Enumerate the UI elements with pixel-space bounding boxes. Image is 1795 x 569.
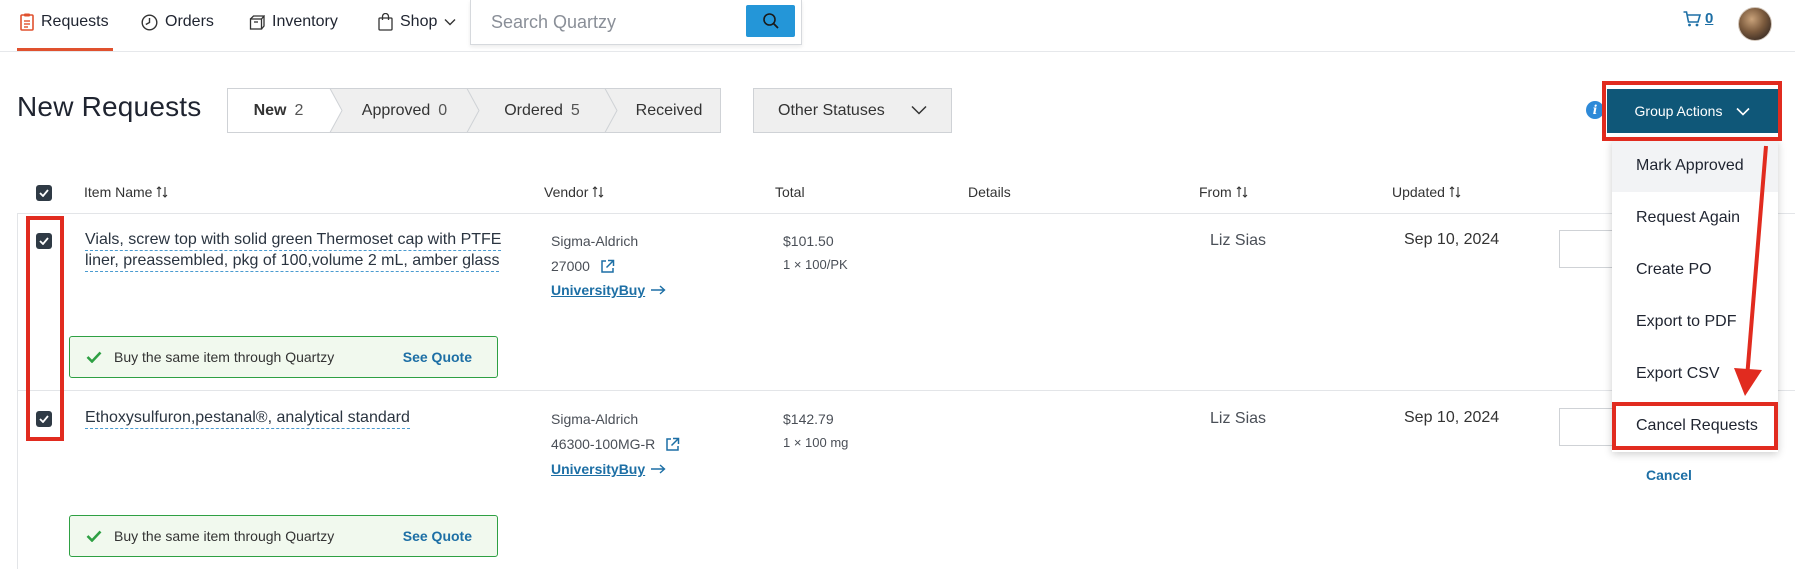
nav-requests[interactable]: Requests: [20, 0, 109, 44]
nav-orders[interactable]: Orders: [141, 0, 214, 44]
universitybuy-link[interactable]: UniversityBuy: [551, 461, 666, 477]
catalog-number-text: 46300-100MG-R: [551, 436, 656, 452]
see-quote-link[interactable]: See Quote: [403, 528, 472, 544]
checkmark-icon: [86, 351, 102, 363]
user-avatar[interactable]: [1738, 7, 1772, 41]
annotation-checkbox-highlight: [26, 216, 64, 441]
updated-date: Sep 10, 2024: [1404, 231, 1500, 248]
sort-icon: [592, 186, 604, 198]
select-all-checkbox[interactable]: [36, 185, 52, 201]
cart-link[interactable]: 0: [1683, 10, 1713, 27]
row-action-field[interactable]: [1559, 230, 1619, 268]
column-label: Vendor: [544, 184, 589, 200]
nav-inventory[interactable]: Inventory: [249, 0, 338, 44]
tab-ordered[interactable]: Ordered 5: [479, 88, 605, 133]
catalog-number: 27000: [551, 258, 615, 274]
item-name-link[interactable]: Vials, screw top with solid green Thermo…: [85, 230, 502, 251]
arrow-right-icon: [651, 285, 666, 295]
quote-banner: Buy the same item through Quartzy See Qu…: [69, 336, 498, 378]
column-vendor[interactable]: Vendor: [544, 184, 604, 200]
tab-count: 5: [570, 101, 580, 119]
column-updated[interactable]: Updated: [1392, 184, 1461, 200]
box-icon: [249, 15, 265, 30]
top-navigation: Requests Orders Inventory Shop 0: [0, 0, 1795, 52]
quote-banner: Buy the same item through Quartzy See Qu…: [69, 515, 498, 557]
updated-date: Sep 10, 2024: [1404, 409, 1500, 426]
tab-new[interactable]: New 2: [227, 88, 330, 133]
cart-icon: [1683, 10, 1701, 26]
tab-label: Ordered: [504, 101, 563, 119]
sort-icon: [1449, 186, 1461, 198]
nav-requests-label: Requests: [41, 13, 109, 30]
requester-name: Liz Sias: [1210, 410, 1267, 427]
nav-shop[interactable]: Shop: [378, 0, 456, 44]
row-divider: [17, 390, 1795, 391]
tab-label: Received: [635, 101, 703, 119]
catalog-number-text: 27000: [551, 258, 590, 274]
vendor-name: Sigma-Aldrich: [551, 233, 639, 249]
annotation-group-actions-highlight: [1602, 81, 1782, 141]
universitybuy-label: UniversityBuy: [551, 282, 646, 298]
search-button[interactable]: [746, 5, 795, 37]
search-input[interactable]: [489, 6, 733, 38]
requester-name: Liz Sias: [1210, 232, 1267, 249]
chevron-down-icon: [444, 19, 456, 26]
sort-icon: [157, 186, 168, 198]
checkmark-icon: [86, 530, 102, 542]
other-statuses-label: Other Statuses: [778, 101, 885, 119]
nav-orders-label: Orders: [165, 13, 214, 30]
external-link-icon[interactable]: [665, 437, 680, 452]
clock-icon: [141, 13, 158, 31]
annotation-cancel-requests-highlight: [1612, 402, 1778, 450]
item-name-link[interactable]: Ethoxysulfuron,pestanal®, analytical sta…: [85, 408, 410, 429]
total-price: $101.50: [783, 233, 834, 249]
cancel-link[interactable]: Cancel: [1646, 467, 1692, 483]
search-bar: [470, 0, 802, 45]
check-icon: [39, 189, 49, 197]
external-link-icon[interactable]: [600, 259, 615, 274]
annotation-arrow: [1734, 145, 1768, 396]
column-details: Details: [968, 184, 1011, 200]
tab-count: 0: [438, 101, 448, 119]
universitybuy-label: UniversityBuy: [551, 461, 646, 477]
row-action-field[interactable]: [1559, 408, 1619, 446]
unit-size: 1 × 100/PK: [783, 257, 848, 272]
clipboard-icon: [20, 13, 34, 31]
total-price: $142.79: [783, 411, 834, 427]
arrow-right-icon: [651, 464, 666, 474]
see-quote-link[interactable]: See Quote: [403, 349, 472, 365]
tab-label: New: [253, 101, 287, 119]
column-from[interactable]: From: [1199, 184, 1248, 200]
page-title: New Requests: [17, 91, 202, 122]
item-name-link[interactable]: liner, preassembled, pkg of 100,volume 2…: [85, 251, 500, 272]
column-label: Updated: [1392, 184, 1445, 200]
other-statuses-dropdown[interactable]: Other Statuses: [753, 88, 952, 133]
shopping-bag-icon: [378, 13, 393, 31]
unit-size: 1 × 100 mg: [783, 435, 849, 450]
quote-banner-text: Buy the same item through Quartzy: [114, 349, 335, 365]
column-label: Item Name: [84, 184, 153, 200]
quote-banner-text: Buy the same item through Quartzy: [114, 528, 335, 544]
nav-active-indicator: [17, 48, 113, 51]
column-label: Details: [968, 184, 1011, 200]
tab-count: 2: [294, 101, 304, 119]
column-label: From: [1199, 184, 1232, 200]
tab-received[interactable]: Received: [617, 88, 721, 133]
column-item-name[interactable]: Item Name: [84, 184, 168, 200]
nav-shop-label: Shop: [400, 13, 438, 30]
sort-icon: [1236, 186, 1248, 198]
vendor-name: Sigma-Aldrich: [551, 411, 639, 427]
chevron-down-icon: [911, 105, 927, 115]
search-icon: [762, 13, 779, 29]
tab-label: Approved: [361, 101, 431, 119]
column-label: Total: [775, 184, 805, 200]
universitybuy-link[interactable]: UniversityBuy: [551, 282, 666, 298]
catalog-number: 46300-100MG-R: [551, 436, 680, 452]
column-total: Total: [775, 184, 805, 200]
nav-inventory-label: Inventory: [272, 13, 338, 30]
tab-approved[interactable]: Approved 0: [342, 88, 467, 133]
cart-count: 0: [1705, 10, 1714, 27]
